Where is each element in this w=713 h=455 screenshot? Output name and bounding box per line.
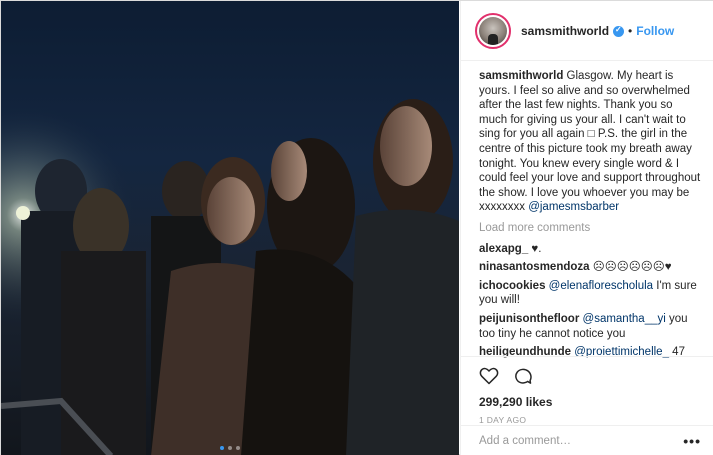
concert-crowd-image [1,1,459,455]
header-username[interactable]: samsmithworld [521,24,609,38]
add-comment-bar: ••• [461,425,713,455]
comment-mention[interactable]: @elenaflorescholula [549,280,653,292]
comment-item: alexapg_ ♥. [479,242,701,257]
carousel-dot[interactable] [228,446,232,450]
carousel-dot[interactable] [220,446,224,450]
caption-username[interactable]: samsmithworld [479,70,563,82]
comment-text: ♥. [528,242,542,255]
carousel-dots[interactable] [1,446,459,450]
comment-item: peijunisonthefloor @samantha__yi you too… [479,312,701,341]
avatar-image [479,16,507,45]
post-actions: 299,290 likes 1 DAY AGO [461,356,713,425]
caption-text: Glasgow. My heart is yours. I feel so al… [479,70,701,214]
comment-icon[interactable] [513,366,533,386]
follow-button[interactable]: Follow [636,24,674,38]
load-more-comments-link[interactable]: Load more comments [479,221,701,236]
verified-badge-icon [613,25,625,37]
post-photo[interactable] [1,1,459,455]
post-side-panel: samsmithworld • Follow samsmithworld Gla… [460,1,713,455]
post-header: samsmithworld • Follow [461,1,713,61]
add-comment-input[interactable] [479,435,659,447]
comment-username[interactable]: ninasantosmendoza [479,261,590,273]
comments-section: samsmithworld Glasgow. My heart is yours… [461,69,713,364]
more-options-icon[interactable]: ••• [683,433,701,449]
comment-item: ninasantosmendoza ☹☹☹☹☹☹♥ [479,260,701,275]
comment-text: ☹☹☹☹☹☹♥ [589,261,672,274]
comment-username[interactable]: peijunisonthefloor [479,313,579,325]
carousel-dot[interactable] [236,446,240,450]
avatar[interactable] [475,12,511,49]
heart-icon[interactable] [479,366,499,386]
likes-count[interactable]: 299,290 likes [479,395,701,409]
header-separator: • [628,23,633,38]
action-icons [479,365,701,387]
post-timestamp: 1 DAY AGO [479,415,527,425]
comment-username[interactable]: ichocookies [479,280,545,292]
comment-mention[interactable]: @samantha__yi [583,313,666,325]
comment-item: ichocookies @elenaflorescholula I'm sure… [479,279,701,308]
post-caption: samsmithworld Glasgow. My heart is yours… [479,69,701,215]
comment-username[interactable]: alexapg_ [479,243,528,255]
caption-mention[interactable]: @jamesmsbarber [528,201,619,213]
instagram-post: samsmithworld • Follow samsmithworld Gla… [0,0,713,455]
